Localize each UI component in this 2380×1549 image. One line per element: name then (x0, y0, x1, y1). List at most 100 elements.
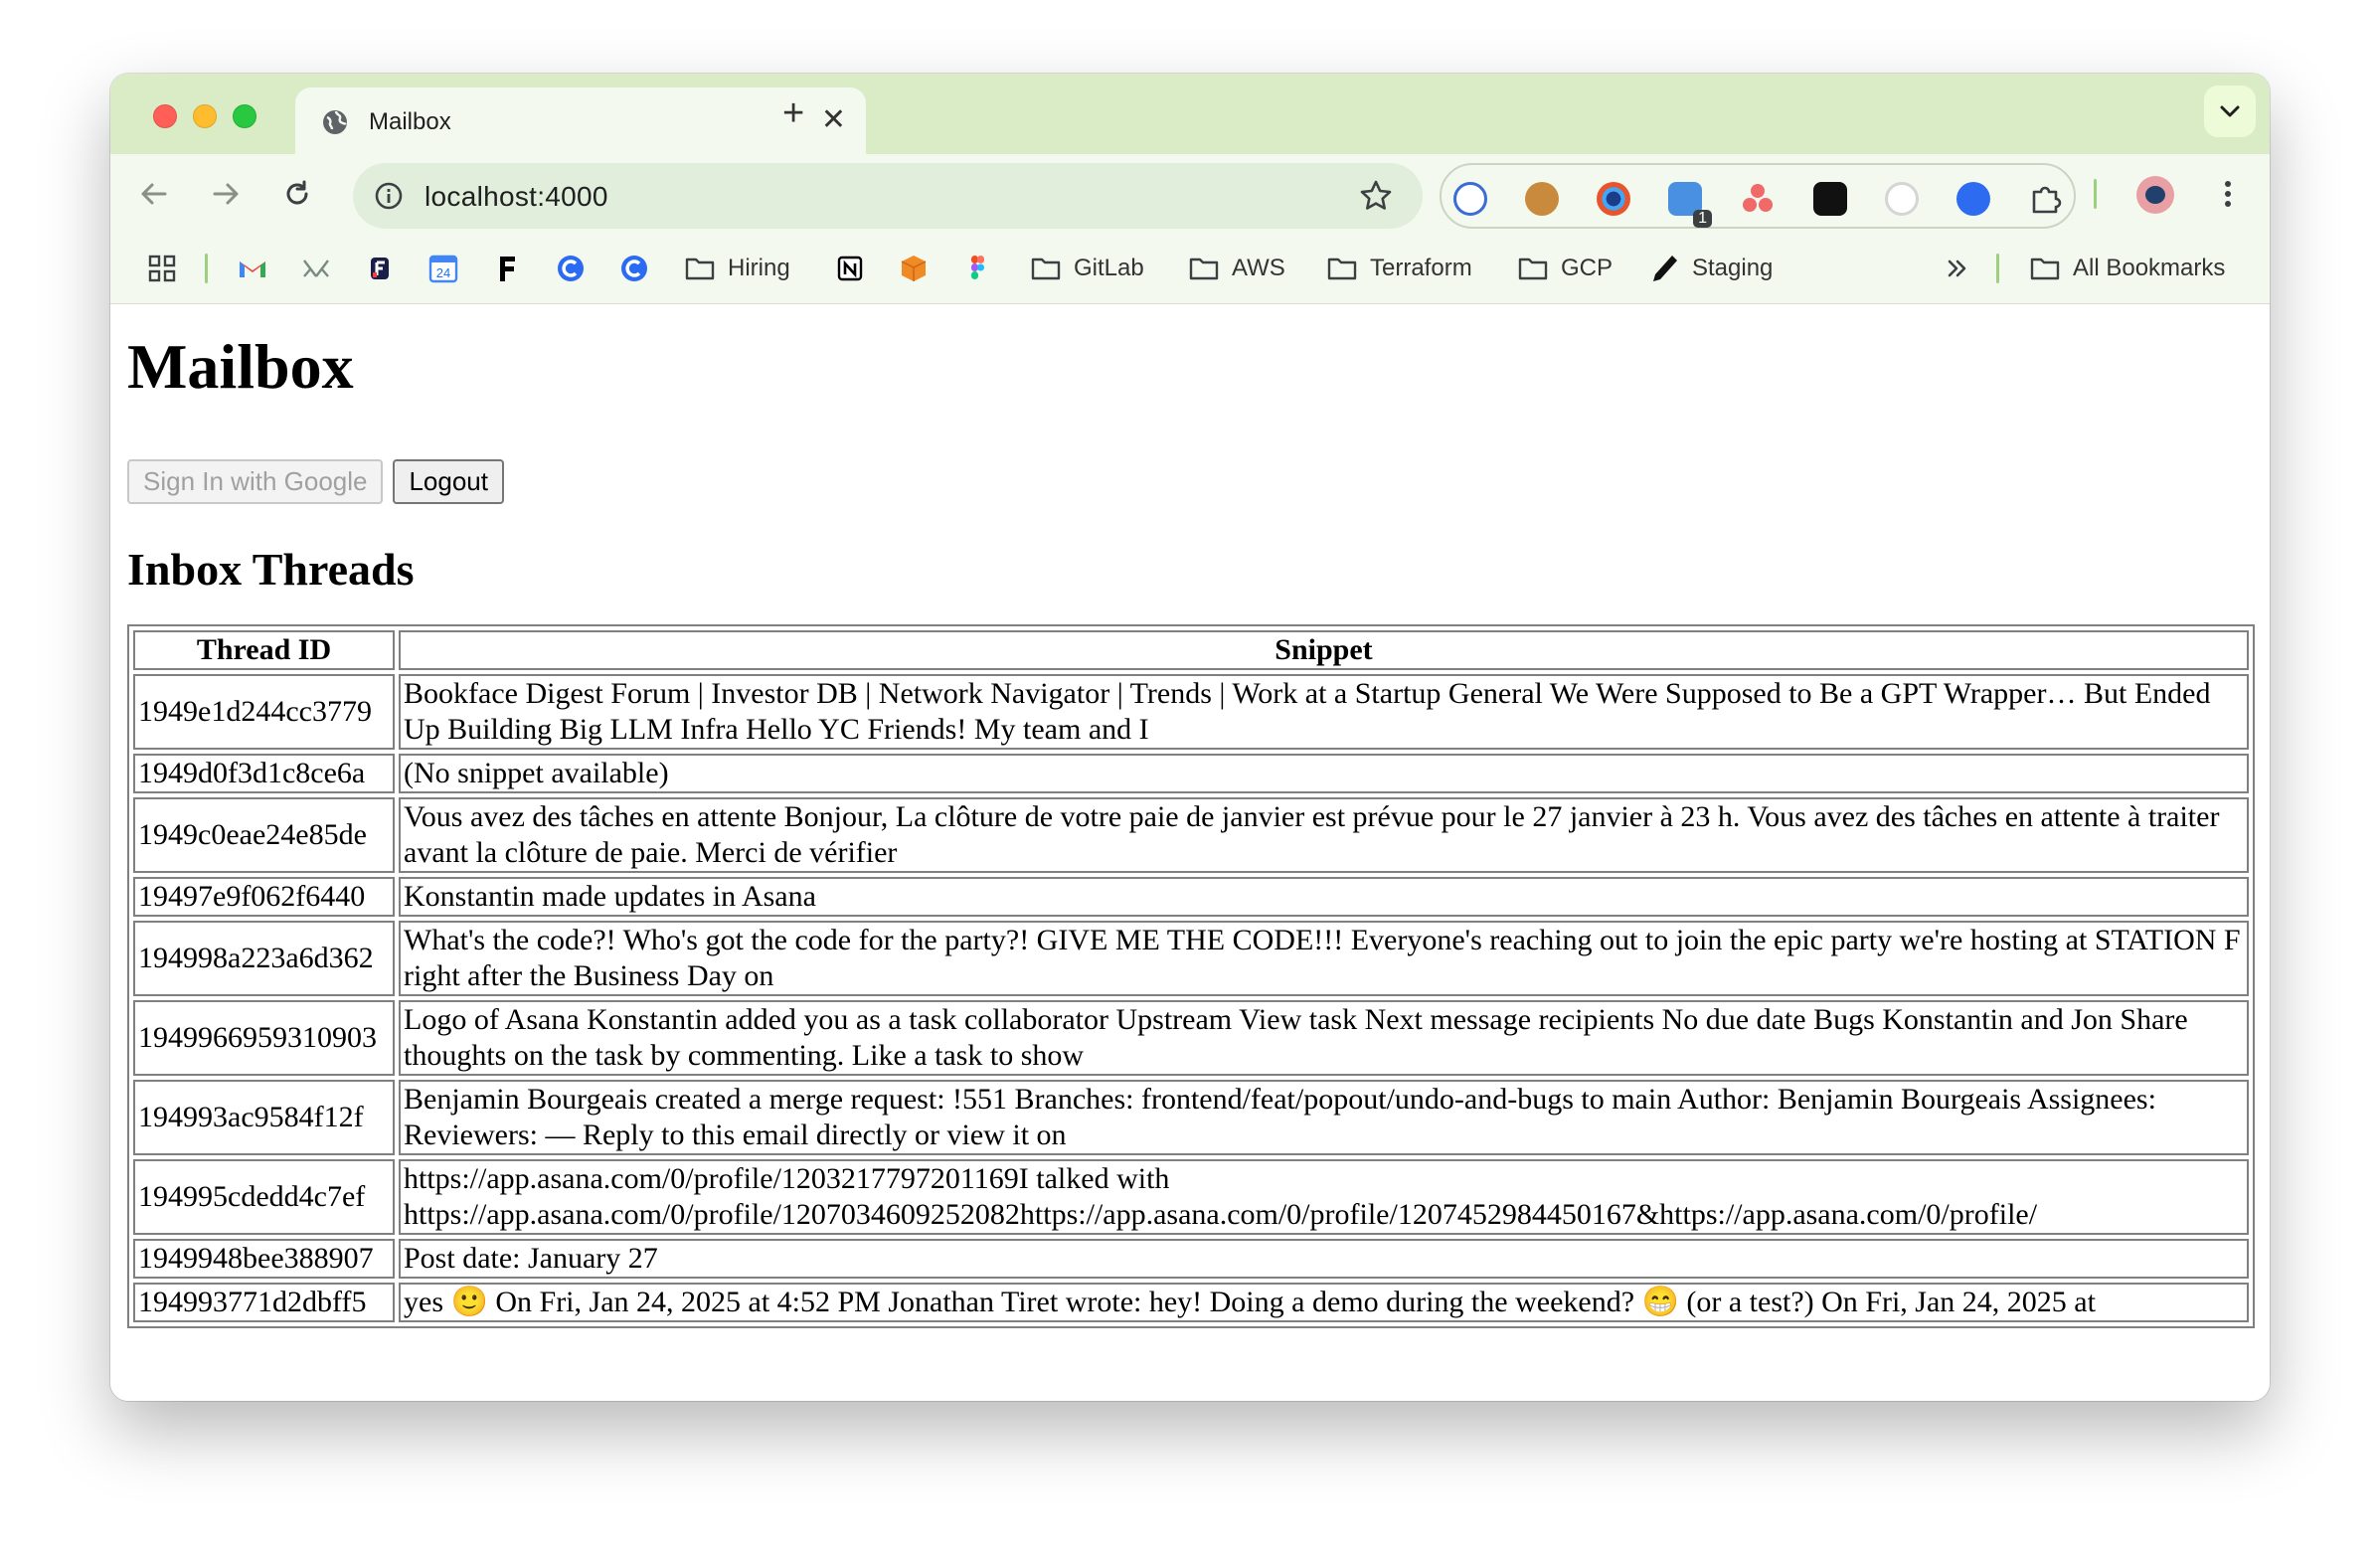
pen-icon (1653, 256, 1677, 281)
bookmark-box[interactable] (898, 251, 930, 286)
chart-x-icon (303, 259, 329, 277)
bookmark-gmail[interactable] (237, 251, 268, 286)
table-row[interactable]: 1949966959310903 Logo of Asana Konstantin… (133, 1000, 2249, 1076)
column-header-thread-id: Thread ID (133, 630, 395, 670)
table-row[interactable]: 1949d0f3d1c8ce6a (No snippet available) (133, 754, 2249, 793)
bookmark-star-icon[interactable] (1359, 179, 1393, 213)
snippet-cell: What's the code?! Who's got the code for… (399, 921, 2249, 996)
apps-button[interactable] (146, 251, 178, 286)
table-row[interactable]: 19497e9f062f6440 Konstantin made updates … (133, 877, 2249, 917)
thread-id-cell: 194993ac9584f12f (133, 1080, 395, 1155)
column-header-snippet: Snippet (399, 630, 2249, 670)
password-manager-icon[interactable] (1453, 182, 1487, 216)
snippet-cell: (No snippet available) (399, 754, 2249, 793)
table-row[interactable]: 194993ac9584f12f Benjamin Bourgeais creat… (133, 1080, 2249, 1155)
snippet-cell: Benjamin Bourgeais created a merge reque… (399, 1080, 2249, 1155)
auth-buttons: Sign In with Google Logout (127, 459, 504, 504)
bookmark-x[interactable] (300, 251, 332, 286)
reload-icon (286, 180, 308, 205)
folder-icon (2030, 258, 2060, 280)
shield-extension-icon[interactable] (1956, 182, 1990, 216)
folder-icon (1518, 258, 1548, 280)
table-row[interactable]: 1949e1d244cc3779 Bookface Digest Forum | … (133, 674, 2249, 750)
tab-mailbox[interactable]: Mailbox ✕ (295, 87, 866, 154)
bookmark-folder-terraform[interactable]: Terraform (1326, 251, 1472, 286)
snippet-cell: Logo of Asana Konstantin added you as a … (399, 1000, 2249, 1076)
table-header-row: Thread ID Snippet (133, 630, 2249, 670)
bookmark-folder-aws[interactable]: AWS (1188, 251, 1285, 286)
menu-button[interactable] (2208, 174, 2248, 214)
tab-title: Mailbox (369, 108, 451, 135)
globe-icon (323, 110, 347, 134)
snippet-cell: yes 🙂 On Fri, Jan 24, 2025 at 4:52 PM Jo… (399, 1283, 2249, 1322)
figma-icon (971, 256, 984, 279)
extension-badge: 1 (1693, 210, 1712, 228)
back-button[interactable] (134, 174, 174, 214)
table-row[interactable]: 194993771d2dbff5 yes 🙂 On Fri, Jan 24, 20… (133, 1283, 2249, 1322)
table-row[interactable]: 1949c0eae24e85de Vous avez des tâches en … (133, 797, 2249, 873)
bookmark-folder-gcp[interactable]: GCP (1517, 251, 1613, 286)
thread-id-cell: 194998a223a6d362 (133, 921, 395, 996)
section-title: Inbox Threads (127, 544, 415, 595)
loading-extension-icon[interactable] (1885, 182, 1919, 216)
reload-button[interactable] (277, 174, 317, 214)
badge-extension-icon[interactable]: 1 (1668, 182, 1712, 228)
asana-icon[interactable] (1742, 182, 1776, 216)
bookmarks-separator (1996, 254, 1999, 283)
table-row[interactable]: 194995cdedd4c7ef https://app.asana.com/0/… (133, 1159, 2249, 1235)
calendar-icon: 24 (428, 255, 458, 283)
url-text: localhost:4000 (425, 181, 608, 212)
bookmarks-separator (205, 254, 208, 283)
address-bar[interactable]: localhost:4000 (353, 163, 1423, 229)
chevron-down-icon (2220, 105, 2240, 117)
thread-id-cell: 194993771d2dbff5 (133, 1283, 395, 1322)
bookmark-folder-gitlab[interactable]: GitLab (1030, 251, 1144, 286)
snippet-cell: Vous avez des tâches en attente Bonjour,… (399, 797, 2249, 873)
bookmark-folder-hiring[interactable]: Hiring (684, 251, 790, 286)
forward-button[interactable] (206, 174, 246, 214)
table-row[interactable]: 194998a223a6d362 What's the code?! Who's … (133, 921, 2249, 996)
kebab-menu-icon (2225, 181, 2231, 207)
c-logo-icon (558, 256, 584, 281)
toolbar: localhost:4000 1 (110, 154, 2270, 234)
svg-text:24: 24 (436, 265, 450, 280)
bookmark-c2[interactable] (618, 251, 650, 286)
avatar[interactable] (2136, 176, 2174, 214)
tab-search-button[interactable] (2204, 86, 2256, 137)
folder-icon (1189, 258, 1219, 280)
page-title: Mailbox (127, 331, 354, 402)
bookmark-f[interactable] (491, 251, 523, 286)
bookmark-c1[interactable] (555, 251, 587, 286)
tab-strip: Mailbox ✕ + (110, 74, 2270, 154)
bookmark-notion[interactable] (834, 251, 866, 286)
bookmark-all-bookmarks[interactable]: All Bookmarks (2029, 251, 2225, 286)
apps-grid-icon (148, 255, 176, 282)
close-tab-icon[interactable]: ✕ (821, 102, 846, 138)
f-app-icon (371, 258, 389, 279)
toolbar-separator (2094, 179, 2097, 209)
bookmarks-overflow-button[interactable] (1942, 251, 1973, 286)
c-logo-icon (621, 256, 647, 281)
logout-button[interactable]: Logout (393, 459, 504, 504)
gmail-icon (240, 261, 265, 277)
puzzle-icon[interactable] (2028, 182, 2062, 216)
bookmark-f-app[interactable] (364, 251, 396, 286)
table-row[interactable]: 1949948bee388907 Post date: January 27 (133, 1239, 2249, 1279)
folder-icon (1031, 258, 1061, 280)
table-body: 1949e1d244cc3779 Bookface Digest Forum | … (133, 674, 2249, 1322)
cookie-icon[interactable] (1525, 182, 1559, 216)
close-window-button[interactable] (153, 104, 177, 128)
thread-id-cell: 1949948bee388907 (133, 1239, 395, 1279)
tampermonkey-icon[interactable] (1813, 182, 1847, 216)
bookmark-staging[interactable]: Staging (1648, 251, 1773, 286)
minimize-window-button[interactable] (193, 104, 217, 128)
page-content: Mailbox Sign In with Google Logout Inbox… (110, 304, 2270, 1401)
new-tab-icon[interactable]: + (782, 93, 804, 133)
eye-extension-icon[interactable] (1597, 182, 1630, 216)
bookmark-calendar[interactable]: 24 (427, 251, 459, 286)
sign-in-google-button[interactable]: Sign In with Google (127, 459, 384, 504)
thread-id-cell: 1949966959310903 (133, 1000, 395, 1076)
bookmark-figma[interactable] (961, 251, 993, 286)
zoom-window-button[interactable] (233, 104, 256, 128)
site-info-icon[interactable] (373, 180, 405, 212)
